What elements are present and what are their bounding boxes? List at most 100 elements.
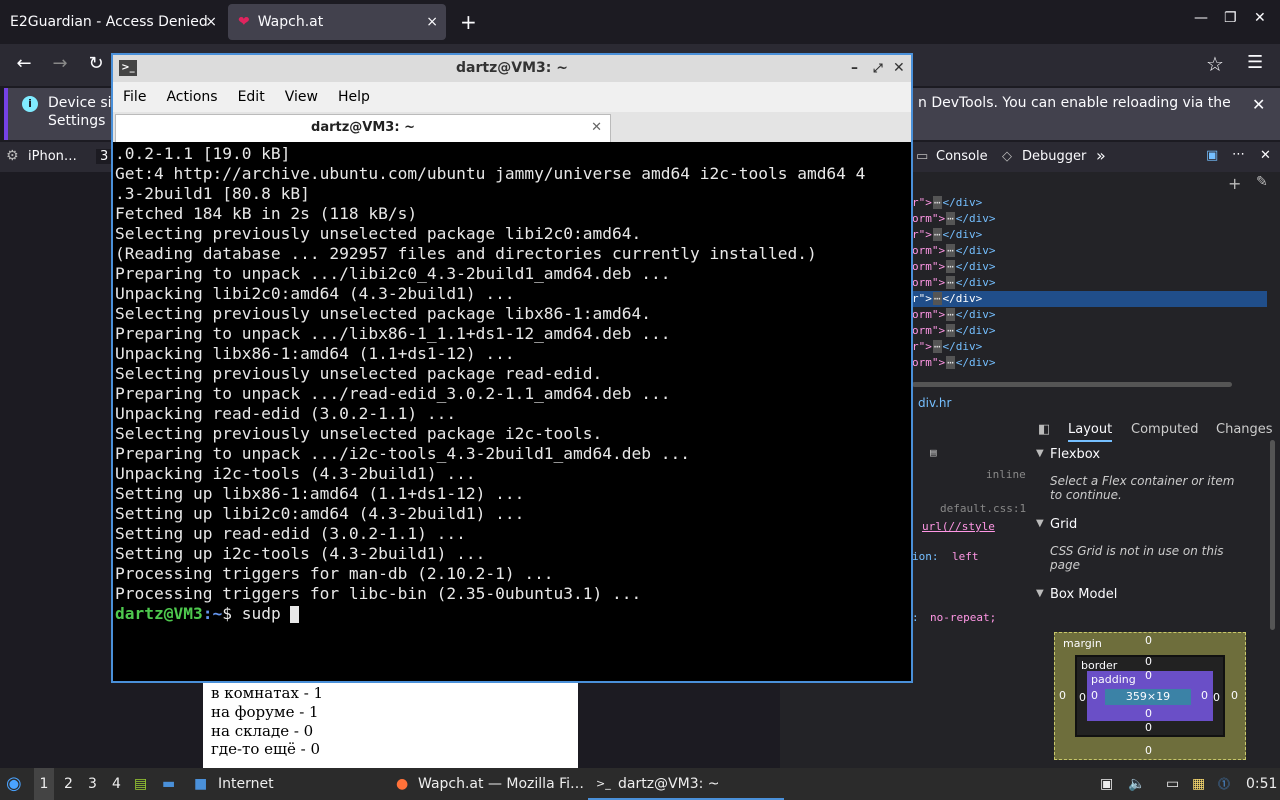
padding-bottom-value[interactable]: 0: [1145, 707, 1152, 720]
minimize-icon[interactable]: –: [851, 55, 858, 82]
border-right-value[interactable]: 0: [1213, 691, 1220, 704]
markup-row[interactable]: orm"> ⋯ </div>: [912, 243, 1267, 259]
collapsed-node-icon[interactable]: ⋯: [946, 212, 955, 225]
new-tab-button[interactable]: +: [460, 10, 477, 34]
tab-close-icon[interactable]: ×: [426, 14, 438, 30]
tab-e2guardian[interactable]: E2Guardian - Access Denied ×: [0, 4, 225, 40]
gear-icon[interactable]: ⚙: [6, 148, 19, 164]
more-tabs-icon[interactable]: »: [1096, 146, 1106, 165]
markup-row[interactable]: orm"> ⋯ </div>: [912, 323, 1267, 339]
collapsed-node-icon[interactable]: ⋯: [946, 244, 955, 257]
desktop-icon[interactable]: ▬: [162, 768, 175, 800]
device-width-field[interactable]: 3: [96, 149, 113, 164]
add-node-icon[interactable]: +: [1228, 174, 1241, 193]
eyedropper-icon[interactable]: ✎: [1256, 174, 1268, 190]
notification-close-icon[interactable]: ✕: [1252, 95, 1265, 114]
terminal-titlebar[interactable]: >_ dartz@VM3: ~ – ⤢ ✕: [113, 55, 911, 82]
grid-title[interactable]: Grid: [1050, 517, 1077, 532]
border-bottom-value[interactable]: 0: [1145, 721, 1152, 734]
markup-row[interactable]: orm"> ⋯ </div>: [912, 259, 1267, 275]
collapsed-node-icon[interactable]: ⋯: [932, 196, 942, 209]
breadcrumb[interactable]: div.hr: [918, 396, 951, 410]
markup-row[interactable]: orm"> ⋯ </div>: [912, 211, 1267, 227]
tab-close-icon[interactable]: ×: [205, 14, 217, 30]
filter-icon[interactable]: ▤: [930, 446, 937, 459]
taskbar-window-firefox[interactable]: Wapch.at — Mozilla Fi…: [418, 768, 584, 800]
sidebar-toggle-icon[interactable]: ◧: [1038, 422, 1050, 437]
menu-file[interactable]: File: [123, 89, 146, 105]
collapsed-node-icon[interactable]: ⋯: [932, 340, 942, 353]
markup-row[interactable]: r"> ⋯ </div>: [912, 195, 1267, 211]
tab-close-icon[interactable]: ✕: [591, 115, 602, 141]
tab-computed[interactable]: Computed: [1131, 422, 1199, 437]
collapsed-node-icon[interactable]: ⋯: [946, 324, 955, 337]
collapsed-node-icon[interactable]: ⋯: [932, 228, 942, 241]
file-manager-icon[interactable]: ▤: [134, 768, 147, 800]
workspace-3[interactable]: 3: [88, 768, 97, 800]
maximize-button[interactable]: ❐: [1224, 10, 1237, 26]
terminal-window[interactable]: >_ dartz@VM3: ~ – ⤢ ✕ File Actions Edit …: [111, 53, 913, 683]
tab-wapchat[interactable]: ❤ Wapch.at ×: [228, 4, 446, 40]
collapsed-node-icon[interactable]: ⋯: [946, 260, 955, 273]
notes-icon[interactable]: ▦: [1192, 768, 1205, 800]
menu-view[interactable]: View: [285, 89, 318, 105]
menu-help[interactable]: Help: [338, 89, 370, 105]
markup-row[interactable]: orm"> ⋯ </div>: [912, 307, 1267, 323]
border-left-value[interactable]: 0: [1079, 691, 1086, 704]
updates-icon[interactable]: ⓵: [1218, 768, 1230, 800]
collapsed-node-icon[interactable]: ⋯: [946, 356, 955, 369]
maximize-icon[interactable]: ⤢: [873, 55, 883, 82]
margin-left-value[interactable]: 0: [1059, 689, 1066, 702]
padding-left-value[interactable]: 0: [1091, 689, 1098, 702]
rule-source[interactable]: default.css:1: [940, 502, 1026, 515]
menu-actions[interactable]: Actions: [166, 89, 217, 105]
collapsed-node-icon[interactable]: ⋯: [932, 292, 942, 305]
terminal-prompt-line[interactable]: dartz@VM3:~$ sudp: [115, 604, 911, 624]
markup-row[interactable]: orm"> ⋯ </div>: [912, 355, 1267, 371]
workspace-4[interactable]: 4: [112, 768, 121, 800]
terminal-output[interactable]: .0.2-1.1 [19.0 kB] Get:4 http://archive.u…: [113, 144, 911, 681]
minimize-button[interactable]: —: [1194, 10, 1208, 26]
tab-debugger[interactable]: Debugger: [1022, 149, 1086, 164]
bookmark-star-icon[interactable]: ☆: [1206, 52, 1224, 76]
tab-layout[interactable]: Layout: [1068, 422, 1113, 442]
clipboard-icon[interactable]: ▣: [1100, 768, 1113, 800]
workspace-2[interactable]: 2: [64, 768, 73, 800]
back-button[interactable]: ←: [12, 52, 36, 76]
tab-changes[interactable]: Changes: [1216, 422, 1273, 437]
markup-row[interactable]: r"> ⋯ </div>: [912, 227, 1267, 243]
reload-button[interactable]: ↻: [84, 52, 108, 76]
terminal-input[interactable]: sudp: [242, 604, 291, 623]
flexbox-title[interactable]: Flexbox: [1050, 447, 1100, 462]
margin-right-value[interactable]: 0: [1231, 689, 1238, 702]
network-icon[interactable]: ▭: [1166, 768, 1179, 800]
padding-right-value[interactable]: 0: [1201, 689, 1208, 702]
markup-row[interactable]: orm"> ⋯ </div>: [912, 275, 1267, 291]
margin-top-value[interactable]: 0: [1145, 634, 1152, 647]
menu-icon[interactable]: ☰: [1247, 52, 1263, 73]
options-icon[interactable]: ⋯: [1232, 147, 1245, 162]
menu-edit[interactable]: Edit: [238, 89, 265, 105]
taskbar-window-terminal-label[interactable]: dartz@VM3: ~: [618, 768, 720, 800]
markup-row[interactable]: r"> ⋯ </div>: [912, 291, 1267, 307]
folder-label[interactable]: Internet: [218, 768, 274, 800]
start-menu-icon[interactable]: ◉: [6, 768, 22, 800]
boxmodel-title[interactable]: Box Model: [1050, 587, 1117, 602]
rule-url[interactable]: url(//style: [922, 520, 995, 533]
device-selector[interactable]: iPhon…: [28, 149, 77, 164]
terminal-tab[interactable]: dartz@VM3: ~ ✕: [115, 114, 611, 142]
tab-console[interactable]: Console: [936, 149, 988, 164]
workspace-1[interactable]: 1: [34, 768, 54, 800]
forward-button[interactable]: →: [48, 52, 72, 76]
devtools-close-icon[interactable]: ✕: [1260, 148, 1271, 163]
padding-top-value[interactable]: 0: [1145, 669, 1152, 682]
collapsed-node-icon[interactable]: ⋯: [946, 308, 955, 321]
vertical-scrollbar[interactable]: [1270, 440, 1275, 630]
dock-icon[interactable]: ▣: [1206, 148, 1218, 163]
close-icon[interactable]: ✕: [893, 55, 905, 82]
markup-row[interactable]: r"> ⋯ </div>: [912, 339, 1267, 355]
border-top-value[interactable]: 0: [1145, 655, 1152, 668]
collapsed-node-icon[interactable]: ⋯: [946, 276, 955, 289]
horizontal-scrollbar[interactable]: [912, 382, 1232, 387]
margin-bottom-value[interactable]: 0: [1145, 744, 1152, 757]
